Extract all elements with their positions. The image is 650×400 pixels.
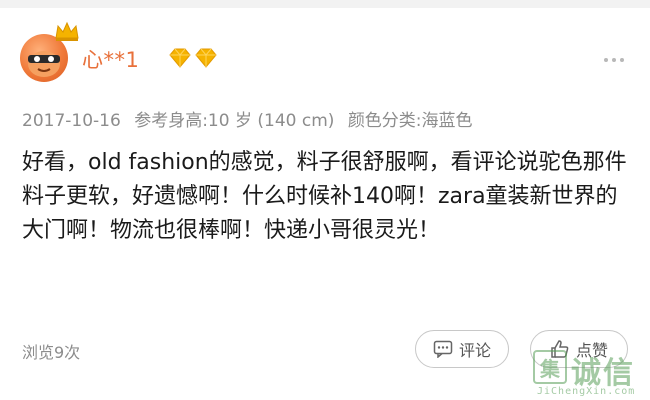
site-watermark: 集 诚信 JiChengXin.com <box>533 348 648 398</box>
comment-button[interactable]: 评论 <box>415 330 509 368</box>
review-date: 2017-10-16 <box>22 111 121 131</box>
diamond-icon <box>169 48 191 68</box>
avatar-container[interactable] <box>18 20 80 82</box>
reviewer-header: 心**1 <box>18 18 638 88</box>
view-count: 浏览9次 <box>22 343 81 362</box>
reference-height: 参考身高:10 岁 (140 cm) <box>134 111 335 131</box>
more-dots-icon[interactable] <box>604 58 624 62</box>
comment-label: 评论 <box>458 341 491 360</box>
color-category: 颜色分类:海蓝色 <box>347 111 473 131</box>
top-divider <box>0 0 650 8</box>
comment-icon <box>433 340 453 358</box>
username[interactable]: 心**1 <box>82 44 139 74</box>
review-text: 好看，old fashion的感觉，料子很舒服啊，看评论说驼色那件料子更软，好遗… <box>22 150 627 243</box>
review-meta: 2017-10-16 参考身高:10 岁 (140 cm) 颜色分类:海蓝色 <box>22 106 481 131</box>
member-level-badges <box>168 48 218 68</box>
crown-icon <box>55 21 79 41</box>
watermark-url: JiChengXin.com <box>537 386 636 397</box>
watermark-logo: 集 <box>533 350 567 384</box>
diamond-icon <box>195 48 217 68</box>
